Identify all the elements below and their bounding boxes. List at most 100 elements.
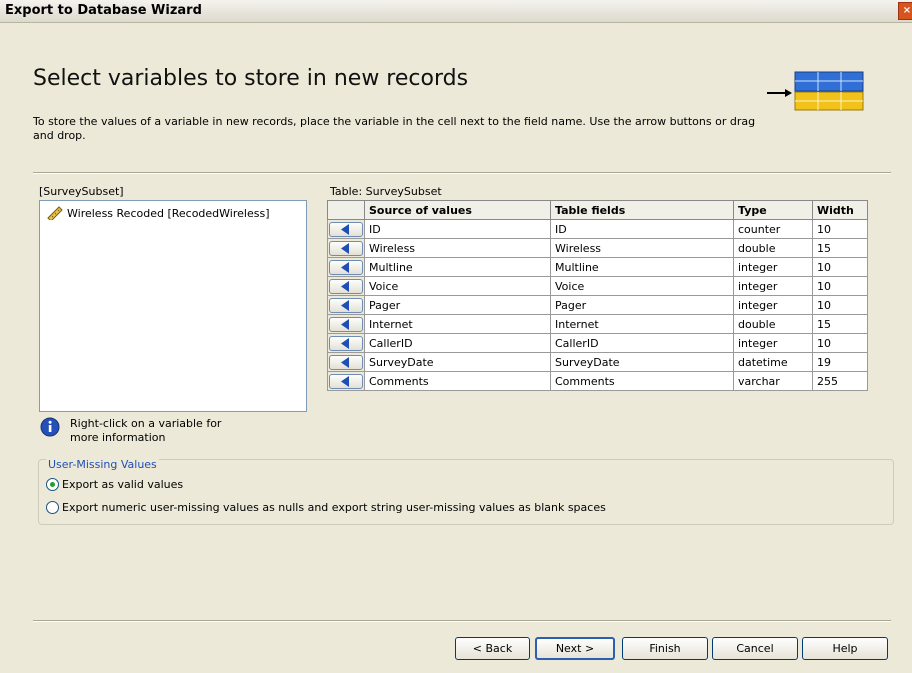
width-cell: 10: [812, 276, 868, 296]
width-cell: 10: [812, 257, 868, 277]
source-cell[interactable]: Comments: [364, 371, 551, 391]
list-item-label: Wireless Recoded [RecodedWireless]: [67, 206, 270, 220]
source-cell[interactable]: ID: [364, 219, 551, 239]
field-cell: Pager: [550, 295, 734, 315]
left-arrow-icon: [341, 223, 349, 235]
move-variable-button[interactable]: [329, 316, 363, 332]
cancel-button[interactable]: Cancel: [712, 637, 798, 660]
move-cell: [327, 371, 365, 391]
table-row: CallerID CallerID integer 10: [327, 333, 868, 353]
close-icon[interactable]: ×: [898, 2, 912, 20]
move-variable-button[interactable]: [329, 259, 363, 275]
header-table-fields: Table fields: [550, 200, 734, 220]
field-cell: Wireless: [550, 238, 734, 258]
type-cell: integer: [733, 295, 813, 315]
header-type: Type: [733, 200, 813, 220]
move-cell: [327, 314, 365, 334]
move-variable-button[interactable]: [329, 335, 363, 351]
radio-label: Export as valid values: [62, 478, 184, 491]
table-row: Internet Internet double 15: [327, 314, 868, 334]
move-cell: [327, 295, 365, 315]
field-cell: Voice: [550, 276, 734, 296]
table-header-row: Source of values Table fields Type Width: [327, 200, 868, 220]
footer-divider: [33, 620, 891, 622]
field-cell: Comments: [550, 371, 734, 391]
left-arrow-icon: [341, 299, 349, 311]
source-cell[interactable]: Voice: [364, 276, 551, 296]
move-variable-button[interactable]: [329, 221, 363, 237]
width-cell: 19: [812, 352, 868, 372]
table-row: Voice Voice integer 10: [327, 276, 868, 296]
move-cell: [327, 333, 365, 353]
radio-export-valid[interactable]: Export as valid values: [46, 478, 183, 491]
table-label: Table: SurveySubset: [330, 185, 442, 198]
left-arrow-icon: [341, 242, 349, 254]
header-blank: [327, 200, 365, 220]
radio-selected-icon[interactable]: [46, 478, 59, 491]
width-cell: 10: [812, 295, 868, 315]
help-button[interactable]: Help: [802, 637, 888, 660]
ruler-variable-icon: [47, 206, 63, 220]
title-bar: Export to Database Wizard ×: [0, 0, 912, 23]
left-arrow-icon: [341, 261, 349, 273]
width-cell: 255: [812, 371, 868, 391]
field-cell: SurveyDate: [550, 352, 734, 372]
table-row: Multline Multline integer 10: [327, 257, 868, 277]
field-cell: Multline: [550, 257, 734, 277]
type-cell: datetime: [733, 352, 813, 372]
width-cell: 10: [812, 219, 868, 239]
table-row: Pager Pager integer 10: [327, 295, 868, 315]
left-arrow-icon: [341, 337, 349, 349]
move-cell: [327, 219, 365, 239]
left-arrow-icon: [341, 318, 349, 330]
type-cell: integer: [733, 276, 813, 296]
move-variable-button[interactable]: [329, 240, 363, 256]
move-variable-button[interactable]: [329, 373, 363, 389]
header-divider: [33, 172, 891, 174]
fields-table: Source of values Table fields Type Width…: [327, 200, 868, 391]
type-cell: integer: [733, 333, 813, 353]
page-title: Select variables to store in new records: [33, 66, 469, 91]
field-cell: CallerID: [550, 333, 734, 353]
info-hint: Right-click on a variable for more infor…: [40, 417, 250, 445]
next-button[interactable]: Next >: [535, 637, 615, 660]
source-cell[interactable]: Pager: [364, 295, 551, 315]
back-button[interactable]: < Back: [455, 637, 530, 660]
move-variable-button[interactable]: [329, 278, 363, 294]
left-arrow-icon: [341, 356, 349, 368]
radio-unselected-icon[interactable]: [46, 501, 59, 514]
table-row: SurveyDate SurveyDate datetime 19: [327, 352, 868, 372]
type-cell: double: [733, 238, 813, 258]
source-cell[interactable]: SurveyDate: [364, 352, 551, 372]
user-missing-legend: User-Missing Values: [46, 458, 159, 471]
table-row: Wireless Wireless double 15: [327, 238, 868, 258]
width-cell: 15: [812, 238, 868, 258]
table-row: ID ID counter 10: [327, 219, 868, 239]
list-item[interactable]: Wireless Recoded [RecodedWireless]: [47, 206, 269, 220]
source-variable-list[interactable]: Wireless Recoded [RecodedWireless]: [39, 200, 307, 412]
source-list-label: [SurveySubset]: [39, 185, 124, 198]
move-cell: [327, 257, 365, 277]
source-cell[interactable]: Internet: [364, 314, 551, 334]
move-cell: [327, 352, 365, 372]
type-cell: counter: [733, 219, 813, 239]
field-cell: ID: [550, 219, 734, 239]
left-arrow-icon: [341, 375, 349, 387]
source-cell[interactable]: CallerID: [364, 333, 551, 353]
arrow-into-table-icon: [767, 71, 864, 111]
width-cell: 10: [812, 333, 868, 353]
field-cell: Internet: [550, 314, 734, 334]
radio-export-nulls[interactable]: Export numeric user-missing values as nu…: [46, 501, 606, 514]
width-cell: 15: [812, 314, 868, 334]
header-source: Source of values: [364, 200, 551, 220]
type-cell: double: [733, 314, 813, 334]
header-width: Width: [812, 200, 868, 220]
info-icon: [40, 417, 60, 437]
left-arrow-icon: [341, 280, 349, 292]
move-variable-button[interactable]: [329, 297, 363, 313]
source-cell[interactable]: Wireless: [364, 238, 551, 258]
window-title: Export to Database Wizard: [5, 3, 202, 18]
move-variable-button[interactable]: [329, 354, 363, 370]
source-cell[interactable]: Multline: [364, 257, 551, 277]
finish-button[interactable]: Finish: [622, 637, 708, 660]
